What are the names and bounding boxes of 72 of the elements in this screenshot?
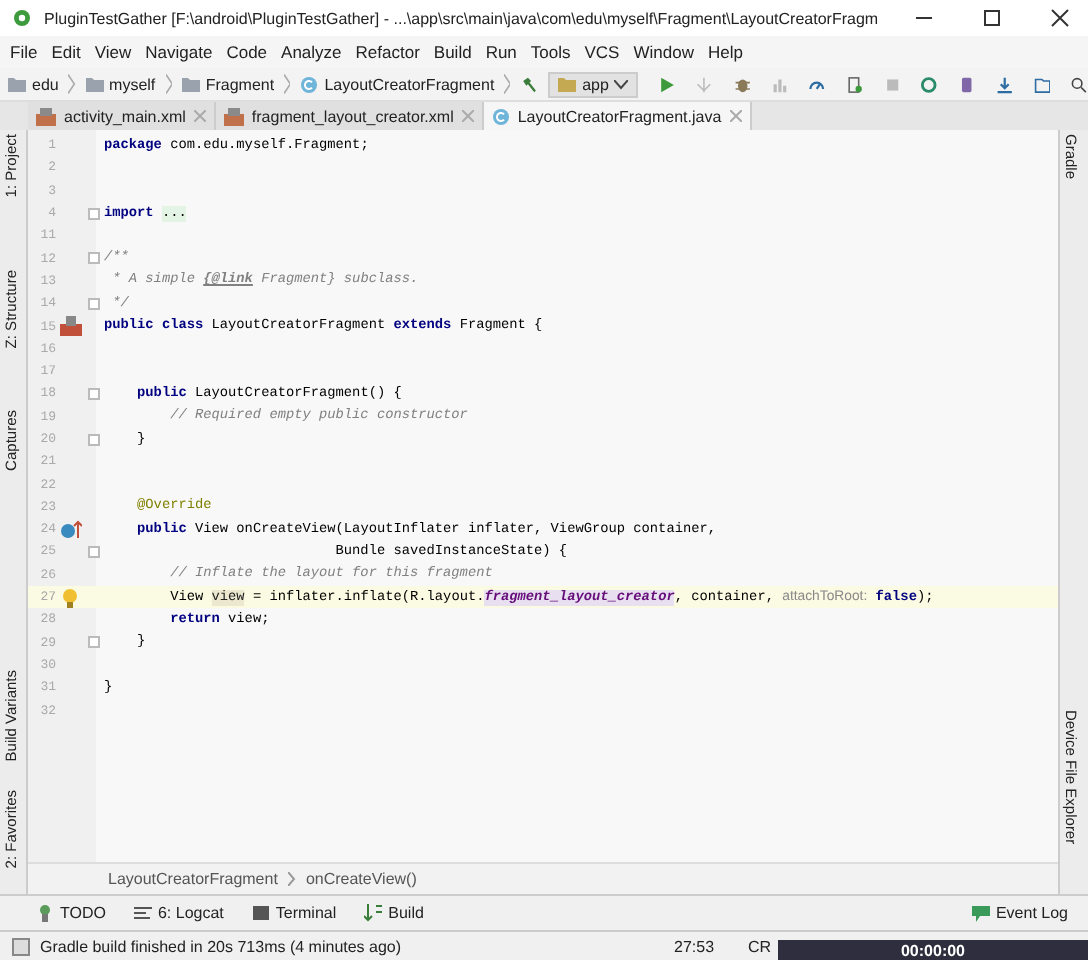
- menu-item[interactable]: Code: [226, 42, 268, 62]
- chevron-icon: [504, 72, 511, 96]
- todo-icon: [36, 904, 54, 922]
- tool-window-button[interactable]: Build: [364, 904, 424, 922]
- list-icon: [133, 904, 152, 922]
- menu-item[interactable]: Navigate: [145, 42, 213, 62]
- status-message: Gradle build finished in 20s 713ms (4 minutes ago): [40, 937, 404, 955]
- editor-tab[interactable]: LayoutCreatorFragment.java: [483, 102, 752, 130]
- editor-tab[interactable]: activity_main.xml: [28, 102, 216, 130]
- panel-toggle-icon[interactable]: [12, 937, 30, 955]
- fold-marker-icon[interactable]: [88, 636, 100, 649]
- speech-bubble-icon: [971, 904, 990, 922]
- maximize-icon[interactable]: [982, 8, 1002, 28]
- fold-marker-icon[interactable]: [88, 387, 100, 400]
- fold-marker-icon[interactable]: [88, 433, 100, 445]
- menu-item[interactable]: Window: [633, 42, 694, 62]
- menu-item[interactable]: VCS: [584, 42, 620, 62]
- nav-crumb[interactable]: Fragment: [181, 75, 275, 93]
- tool-window-button[interactable]: Terminal: [251, 904, 337, 922]
- tool-window-button[interactable]: 6: Logcat: [133, 904, 224, 922]
- menu-item[interactable]: Refactor: [355, 42, 420, 62]
- close-icon[interactable]: [1050, 8, 1070, 28]
- chevron-icon: [284, 72, 291, 96]
- app-icon: [12, 8, 32, 28]
- class-icon: [300, 75, 319, 93]
- menu-item[interactable]: Analyze: [281, 42, 342, 62]
- run-config-dropdown[interactable]: app: [548, 71, 639, 97]
- class-marker-icon[interactable]: [59, 316, 81, 337]
- menu-item[interactable]: Build: [433, 42, 472, 62]
- stop-icon[interactable]: [883, 73, 901, 95]
- line-separator[interactable]: CR: [748, 937, 772, 955]
- fold-marker-icon[interactable]: [88, 252, 100, 265]
- editor-tab[interactable]: fragment_layout_creator.xml: [215, 102, 484, 130]
- nav-crumb[interactable]: edu: [8, 75, 59, 93]
- tool-window-button[interactable]: TODO: [36, 904, 106, 922]
- search-icon[interactable]: [1070, 73, 1088, 95]
- lightbulb-icon[interactable]: [62, 587, 78, 608]
- menu-item[interactable]: Edit: [51, 42, 81, 62]
- fold-marker-icon[interactable]: [88, 545, 100, 558]
- fold-marker-icon[interactable]: [88, 207, 100, 220]
- build-icon: [364, 904, 383, 922]
- terminal-icon: [251, 904, 270, 922]
- recorder-time: 00:00:00: [900, 941, 966, 959]
- folder-icon: [558, 76, 577, 92]
- layout-file-icon: [36, 107, 56, 125]
- run-icon[interactable]: [658, 73, 677, 95]
- fold-marker-icon[interactable]: [88, 297, 100, 310]
- menu-item[interactable]: Run: [485, 42, 517, 62]
- chart-icon[interactable]: [771, 73, 789, 95]
- menu-item[interactable]: View: [94, 42, 132, 62]
- breadcrumb-item[interactable]: LayoutCreatorFragment: [108, 870, 278, 888]
- menu-item[interactable]: File: [10, 42, 38, 62]
- menu-item[interactable]: Tools: [530, 42, 571, 62]
- bug-icon[interactable]: [733, 73, 752, 95]
- chevron-icon: [165, 72, 172, 96]
- caret-icon: [614, 79, 629, 89]
- hammer-icon[interactable]: [520, 73, 539, 95]
- folder-icon: [8, 76, 26, 92]
- window-title: PluginTestGather [F:\android\PluginTestGather] - ...\app\src\main\java\com\edu\myself\Fragment\LayoutCreatorFragm: [44, 9, 881, 27]
- breadcrumb-item[interactable]: onCreateView(): [305, 870, 417, 888]
- chevron-icon: [68, 72, 76, 96]
- cursor-position[interactable]: 27:53: [674, 937, 715, 955]
- chevron-icon: [287, 872, 296, 886]
- class-icon: [491, 107, 510, 125]
- nav-crumb[interactable]: LayoutCreatorFragment: [300, 75, 495, 93]
- override-marker-icon[interactable]: [59, 519, 81, 540]
- layout-file-icon: [223, 107, 244, 125]
- folder-icon: [181, 76, 200, 92]
- event-log-button[interactable]: Event Log: [971, 904, 1068, 922]
- menu-item[interactable]: Help: [707, 42, 743, 62]
- folder-icon: [85, 76, 104, 92]
- nav-crumb[interactable]: myself: [85, 75, 156, 93]
